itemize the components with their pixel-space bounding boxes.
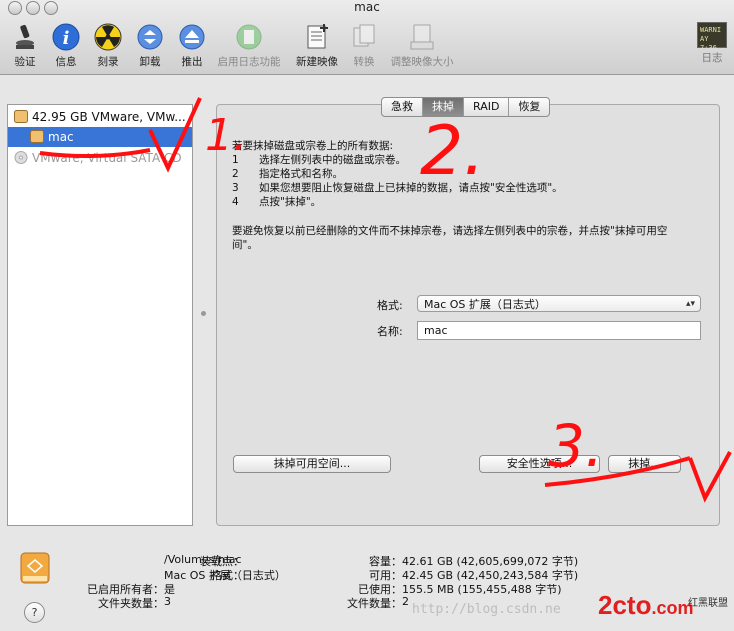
journaling-icon <box>236 24 262 50</box>
log-badge-line2: AY 7:36 <box>700 35 717 52</box>
annotation-mark-2: 2. <box>420 112 485 191</box>
help-icon: ? <box>31 606 38 619</box>
new-image-label: 新建映像 <box>296 56 338 68</box>
new-image-icon <box>307 24 328 49</box>
burn-label: 刻录 <box>97 56 119 68</box>
volume-drive-icon <box>20 552 50 584</box>
splitter-handle[interactable] <box>201 311 206 316</box>
file-count-label: 文件数量： <box>347 597 402 610</box>
step-text: 如果您想要阻止恢复磁盘上已抹掉的数据，请点按"安全性选项"。 <box>259 182 563 194</box>
burn-radiation-icon <box>94 23 122 51</box>
hard-disk-icon <box>14 110 28 123</box>
sidebar-item-label: mac <box>48 130 74 144</box>
select-arrows-icon: ▴▾ <box>685 299 695 309</box>
format-value: Mac OS 扩展（日志式） <box>424 298 546 311</box>
log-console-icon: WARNI AY 7:36 <box>697 22 727 52</box>
tab-restore[interactable]: 恢复 <box>508 98 549 116</box>
eject-label: 推出 <box>181 56 203 68</box>
sidebar-item-volume[interactable]: mac <box>8 127 192 147</box>
step-text: 指定格式和名称。 <box>259 168 343 180</box>
file-count-value: 2 <box>402 595 409 608</box>
help-button[interactable]: ? <box>24 602 45 623</box>
erase-note: 要避免恢复以前已经删除的文件而不抹掉宗卷，请选择左侧列表中的宗卷，并点按"抹掉可… <box>232 225 668 237</box>
used-value: 155.5 MB (155,455,488 字节) <box>402 583 562 596</box>
info-label: 信息 <box>55 56 77 68</box>
resize-image-label: 调整映像大小 <box>390 56 454 68</box>
erase-step: 1 选择左侧列表中的磁盘或宗卷。 <box>232 152 406 167</box>
sidebar-item-label: VMware, Virtual SATA CD <box>32 151 182 165</box>
erase-step: 2 指定格式和名称。 <box>232 166 343 181</box>
volume-icon <box>30 130 44 143</box>
convert-button[interactable]: 转换 <box>339 22 389 69</box>
step-number: 2 <box>232 168 239 180</box>
cd-drive-icon <box>14 151 28 164</box>
unmount-label: 卸载 <box>139 56 161 68</box>
resize-image-icon <box>410 24 434 50</box>
name-label: 名称: <box>377 325 403 338</box>
eject-icon <box>179 24 205 50</box>
volume-info-bar: 装载点： /Volumes/mac 格式： Mac OS 扩展（日志式） 已启用… <box>0 540 734 631</box>
watermark-brand: 2cto.com <box>598 590 693 621</box>
sidebar-item-label: 42.95 GB VMware, VMw... <box>32 110 186 124</box>
erase-step: 4 点按"抹掉"。 <box>232 194 321 209</box>
log-button[interactable]: WARNI AY 7:36 日志 <box>690 22 734 65</box>
erase-note-continued: 间"。 <box>232 239 258 251</box>
sidebar-item-disk[interactable]: 42.95 GB VMware, VMw... <box>8 107 192 127</box>
annotation-mark-1: 1. <box>205 110 247 161</box>
convert-label: 转换 <box>353 56 375 68</box>
disk-list-sidebar: 42.95 GB VMware, VMw... mac VMware, Virt… <box>7 104 193 526</box>
tab-first-aid[interactable]: 急救 <box>382 98 422 116</box>
format-select[interactable]: Mac OS 扩展（日志式） ▴▾ <box>417 295 701 312</box>
log-label: 日志 <box>701 52 723 64</box>
watermark-brand-cn: 红黑联盟 <box>688 598 728 609</box>
format-label: 格式: <box>377 299 403 312</box>
resize-image-button[interactable]: 调整映像大小 <box>386 22 458 69</box>
step-number: 4 <box>232 196 239 208</box>
microscope-icon <box>16 24 34 49</box>
enable-journaling-label: 启用日志功能 <box>217 56 281 68</box>
info-icon: i <box>52 23 80 51</box>
step-text: 选择左侧列表中的磁盘或宗卷。 <box>259 154 406 166</box>
erase-free-space-button[interactable]: 抹掉可用空间... <box>233 455 391 473</box>
annotation-mark-3: 3. <box>548 412 604 480</box>
window-toolbar: mac 验证 i 信息 刻录 卸载 推出 启用日志功能 新建映像 转换 调整映像… <box>0 0 734 75</box>
convert-icon <box>353 24 375 47</box>
log-badge-line1: WARNI <box>700 26 722 34</box>
erase-button[interactable]: 抹掉... <box>608 455 681 473</box>
folder-count-value: 3 <box>164 595 171 608</box>
eject-button[interactable]: 推出 <box>167 22 217 69</box>
mount-point-value: /Volumes/mac <box>164 553 242 566</box>
new-image-button[interactable]: 新建映像 <box>291 22 343 69</box>
step-text: 点按"抹掉"。 <box>259 196 322 208</box>
unmount-icon <box>137 24 163 50</box>
svg-text:i: i <box>63 28 70 49</box>
verify-label: 验证 <box>14 56 36 68</box>
erase-heading: 若要抹掉磁盘或宗卷上的所有数据: <box>232 140 394 152</box>
watermark-brand-name: 2cto <box>598 590 652 620</box>
sidebar-item-cd[interactable]: VMware, Virtual SATA CD <box>8 148 192 168</box>
watermark-url: http://blog.csdn.ne <box>412 602 561 617</box>
erase-step: 3 如果您想要阻止恢复磁盘上已抹掉的数据，请点按"安全性选项"。 <box>232 180 563 195</box>
window-title: mac <box>354 0 380 14</box>
name-input[interactable]: mac <box>417 321 701 340</box>
step-number: 3 <box>232 182 239 194</box>
enable-journaling-button[interactable]: 启用日志功能 <box>213 22 285 69</box>
